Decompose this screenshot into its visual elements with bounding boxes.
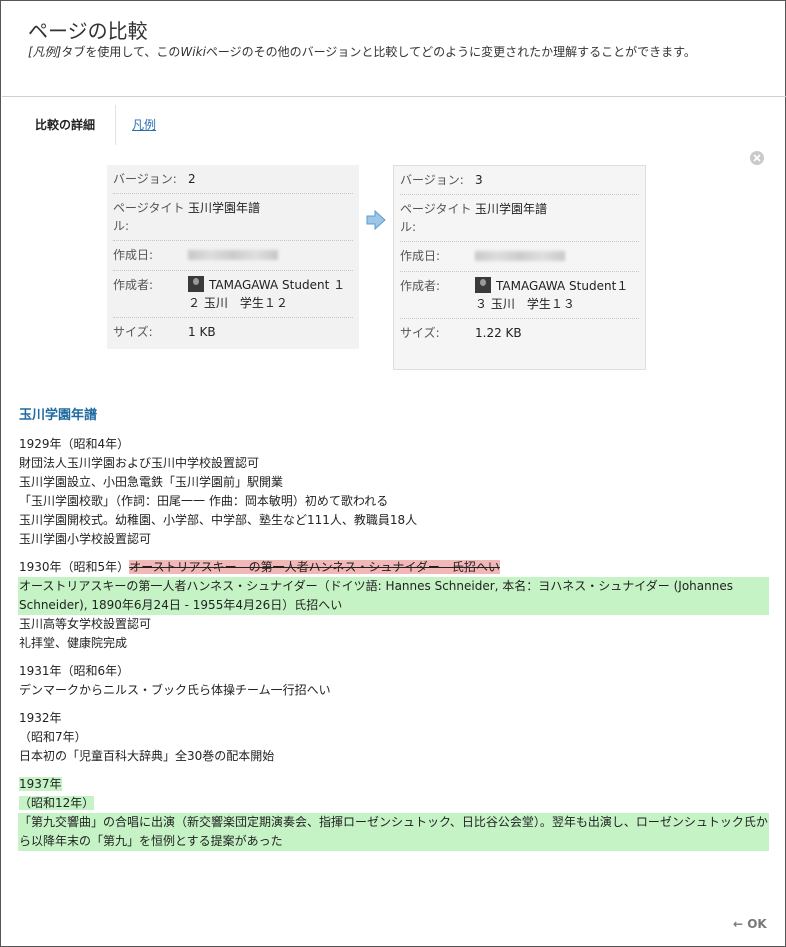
author-value: TAMAGAWA Student １２ 玉川 学生１２ bbox=[188, 276, 353, 312]
dialog-subtitle: [凡例]タブを使用して、このWikiページのその他のバージョンと比較してどのよう… bbox=[28, 43, 696, 60]
compare-dialog: ページの比較 [凡例]タブを使用して、このWikiページのその他のバージョンと比… bbox=[0, 0, 786, 947]
size-row: サイズ: 1.22 KB bbox=[400, 319, 639, 347]
entry-line: 「玉川学園校歌」（作詞：田尾一一 作曲：岡本敏明）初めて歌われる bbox=[19, 494, 389, 508]
entry-year: 1930年（昭和5年） bbox=[19, 560, 130, 574]
author-row: 作成者: TAMAGAWA Student１３ 玉川 学生１３ bbox=[400, 272, 639, 319]
entry-1931: 1931年（昭和6年） デンマークからニルス・ブック氏ら体操チーム一行招へい bbox=[19, 662, 769, 700]
page-title-row: ページタイトル: 玉川学園年譜 bbox=[400, 195, 639, 242]
dialog-title: ページの比較 bbox=[28, 19, 148, 43]
author-label: 作成者: bbox=[400, 279, 441, 293]
entry-line: 玉川学園開校式。幼稚園、小学部、中学部、塾生など111人、教職員18人 bbox=[19, 513, 418, 527]
entry-1930: 1930年（昭和5年）オーストリアスキー の第一人者ハンネス・シュナイダー 氏招… bbox=[18, 558, 769, 653]
version-label: バージョン: bbox=[113, 172, 177, 186]
created-value-redacted bbox=[188, 246, 278, 265]
tab-legend[interactable]: 凡例 bbox=[132, 116, 156, 133]
added-text: 「第九交響曲」の合唱に出演（新交響楽団定期演奏会、指揮ローゼンシュトック、日比谷… bbox=[18, 813, 769, 851]
entry-line: 1929年（昭和4年） bbox=[19, 437, 130, 451]
entry-line: （昭和7年） bbox=[19, 730, 87, 744]
avatar bbox=[475, 277, 491, 293]
avatar bbox=[188, 276, 204, 292]
size-label: サイズ: bbox=[400, 326, 440, 340]
created-row: 作成日: bbox=[400, 242, 639, 272]
page-title-value: 玉川学園年譜 bbox=[188, 201, 261, 215]
page-title-value: 玉川学園年譜 bbox=[475, 202, 548, 216]
document-title: 玉川学園年譜 bbox=[19, 408, 98, 423]
author-label: 作成者: bbox=[113, 278, 154, 292]
entry-line: 日本初の「児童百科大辞典」全30巻の配本開始 bbox=[19, 749, 275, 763]
page-title-label: ページタイトル: bbox=[400, 202, 472, 234]
entry-line: 1932年 bbox=[19, 711, 62, 725]
author-name: TAMAGAWA Student１３ 玉川 学生１３ bbox=[475, 279, 629, 311]
subtitle-wiki: Wiki bbox=[180, 45, 206, 59]
entry-line: 1931年（昭和6年） bbox=[19, 664, 130, 678]
ok-label: OK bbox=[747, 917, 767, 931]
close-icon[interactable] bbox=[750, 151, 764, 165]
version-row: バージョン: 3 bbox=[400, 166, 639, 195]
size-value: 1.22 KB bbox=[475, 326, 522, 340]
diff-content: 1929年（昭和4年） 財団法人玉川学園および玉川中学校設置認可 玉川学園設立、… bbox=[18, 435, 769, 860]
size-value: 1 KB bbox=[188, 325, 216, 339]
entry-line: 玉川学園小学校設置認可 bbox=[19, 532, 152, 546]
author-value: TAMAGAWA Student１３ 玉川 学生１３ bbox=[475, 277, 639, 313]
version-row: バージョン: 2 bbox=[113, 165, 353, 194]
entry-1937: 1937年 （昭和12年） 「第九交響曲」の合唱に出演（新交響楽団定期演奏会、指… bbox=[18, 775, 769, 851]
added-line: 1937年 bbox=[19, 775, 769, 794]
added-text: 1937年 bbox=[19, 777, 62, 791]
redacted-date bbox=[188, 250, 278, 260]
version-value: 2 bbox=[188, 172, 196, 186]
dialog-header: ページの比較 [凡例]タブを使用して、このWikiページのその他のバージョンと比… bbox=[2, 2, 786, 97]
added-text: （昭和12年） bbox=[19, 796, 95, 810]
entry-line: 玉川高等女学校設置認可 bbox=[19, 617, 152, 631]
size-label: サイズ: bbox=[113, 325, 153, 339]
tab-compare-details[interactable]: 比較の詳細 bbox=[35, 116, 95, 133]
created-value-redacted bbox=[475, 247, 565, 266]
added-line: （昭和12年） bbox=[19, 794, 769, 813]
created-label: 作成日: bbox=[400, 249, 441, 263]
page-title-label: ページタイトル: bbox=[113, 201, 185, 233]
arrow-left-icon: ← bbox=[733, 917, 748, 931]
author-name: TAMAGAWA Student １２ 玉川 学生１２ bbox=[188, 278, 346, 310]
version-card-new: バージョン: 3 ページタイトル: 玉川学園年譜 作成日: 作成者: TAMAG… bbox=[393, 165, 646, 370]
entry-line: 1930年（昭和5年）オーストリアスキー の第一人者ハンネス・シュナイダー 氏招… bbox=[19, 558, 769, 577]
arrow-right-icon bbox=[365, 209, 387, 234]
tab-bar: 比較の詳細 凡例 bbox=[2, 105, 786, 145]
added-text: オーストリアスキーの第一人者ハンネス・シュナイダー（ドイツ語: Hannes S… bbox=[18, 577, 769, 615]
ok-button[interactable]: ← OK bbox=[733, 917, 767, 931]
author-row: 作成者: TAMAGAWA Student １２ 玉川 学生１２ bbox=[113, 271, 353, 318]
entry-1929: 1929年（昭和4年） 財団法人玉川学園および玉川中学校設置認可 玉川学園設立、… bbox=[19, 435, 769, 549]
redacted-date bbox=[475, 251, 565, 261]
entry-line: デンマークからニルス・ブック氏ら体操チーム一行招へい bbox=[19, 683, 331, 697]
size-row: サイズ: 1 KB bbox=[113, 318, 353, 346]
deleted-text: オーストリアスキー の第一人者ハンネス・シュナイダー 氏招へい bbox=[129, 560, 500, 574]
subtitle-suffix: ページのその他のバージョンと比較してどのように変更されたか理解することができます… bbox=[205, 45, 696, 59]
entry-1932: 1932年 （昭和7年） 日本初の「児童百科大辞典」全30巻の配本開始 bbox=[19, 709, 769, 766]
entry-line: 礼拝堂、健康院完成 bbox=[19, 636, 128, 650]
subtitle-legend-ref: [凡例] bbox=[28, 45, 62, 59]
version-value: 3 bbox=[475, 173, 483, 187]
version-card-old: バージョン: 2 ページタイトル: 玉川学園年譜 作成日: 作成者: TAMAG… bbox=[107, 165, 359, 349]
version-label: バージョン: bbox=[400, 173, 464, 187]
entry-line: 財団法人玉川学園および玉川中学校設置認可 bbox=[19, 456, 260, 470]
page-title-row: ページタイトル: 玉川学園年譜 bbox=[113, 194, 353, 241]
created-row: 作成日: bbox=[113, 241, 353, 271]
tab-separator bbox=[115, 105, 116, 145]
subtitle-mid: タブを使用して、この bbox=[61, 45, 181, 59]
created-label: 作成日: bbox=[113, 248, 154, 262]
entry-line: 玉川学園設立、小田急電鉄「玉川学園前」駅開業 bbox=[19, 475, 284, 489]
